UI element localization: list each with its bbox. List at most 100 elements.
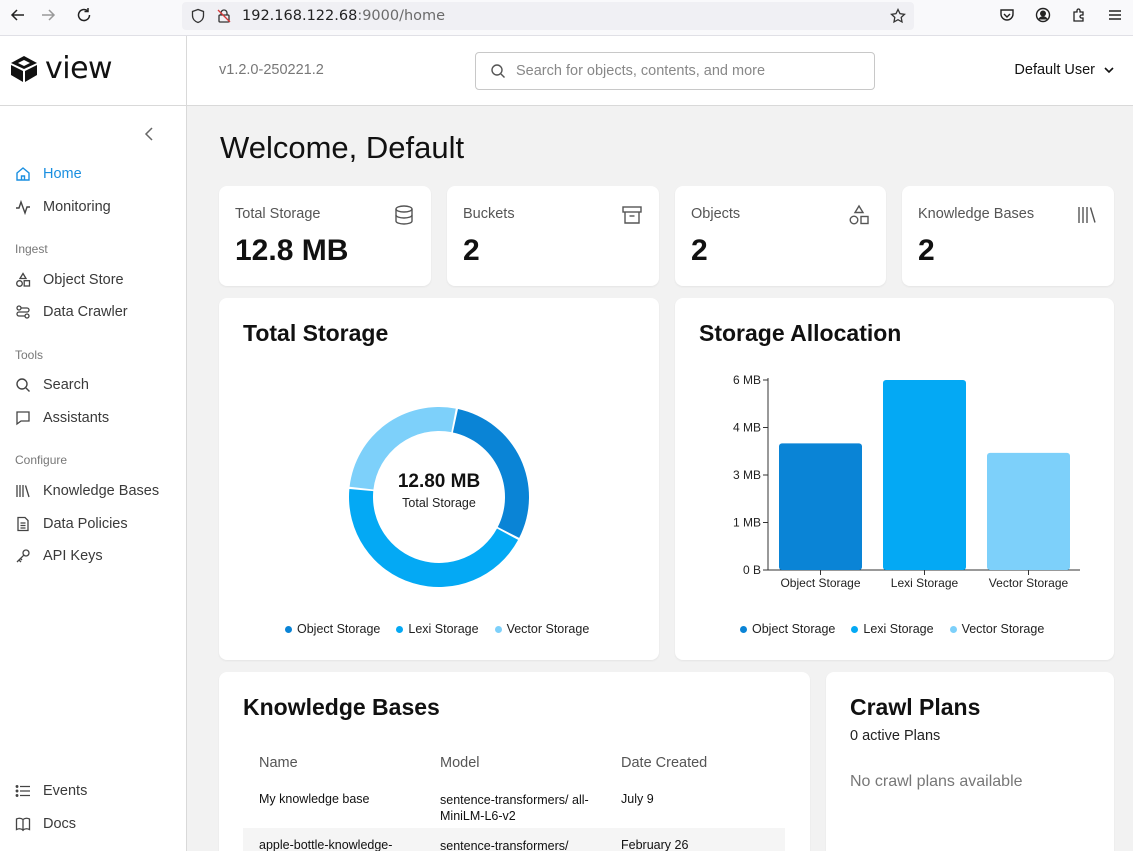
column-header-date[interactable]: Date Created [605, 755, 785, 771]
sidebar-item-label: Home [43, 166, 82, 182]
section-configure: Configure [15, 453, 68, 467]
legend-item[interactable]: Lexi Storage [851, 622, 934, 636]
reload-button[interactable] [66, 0, 102, 30]
sidebar-item-label: Search [43, 377, 89, 393]
legend-label: Lexi Storage [408, 622, 479, 636]
bookmark-star-icon[interactable] [890, 8, 906, 24]
donut-center-value: 12.80 MB [398, 471, 480, 492]
legend-dot [396, 625, 404, 633]
chevron-down-icon [1104, 67, 1114, 74]
url-host: 192.168.122.68 [242, 8, 358, 24]
user-menu[interactable]: Default User [1014, 62, 1115, 78]
sidebar-item-assistants[interactable]: Assistants [15, 408, 109, 428]
kb-model: sentence-transformers/ [440, 839, 569, 851]
sidebar-item-label: Events [43, 783, 88, 799]
stat-card-objects: Objects 2 [675, 186, 886, 286]
sidebar-item-docs[interactable]: Docs [15, 814, 76, 834]
book-icon [15, 817, 31, 832]
reload-icon [77, 8, 91, 22]
library-icon [16, 485, 30, 498]
stat-value: 2 [691, 234, 708, 267]
sidebar-item-data-crawler[interactable]: Data Crawler [15, 302, 128, 322]
sidebar-item-label: Knowledge Bases [43, 483, 160, 499]
global-search[interactable] [475, 52, 875, 90]
column-header-model[interactable]: Model [424, 755, 605, 771]
pocket-button[interactable] [989, 0, 1025, 30]
view-logo-icon [11, 56, 37, 82]
bar-vector-storage[interactable] [987, 452, 1070, 570]
extensions-button[interactable] [1061, 0, 1097, 30]
stat-card-total-storage: Total Storage 12.8 MB [219, 186, 431, 286]
legend-item[interactable]: Object Storage [285, 622, 380, 636]
menu-button[interactable] [1097, 0, 1133, 30]
sidebar-item-label: Assistants [43, 410, 110, 426]
section-ingest: Ingest [15, 242, 48, 256]
crawler-icon [16, 305, 30, 319]
donut-center-label: Total Storage [402, 496, 476, 510]
sidebar-item-label: API Keys [43, 548, 103, 564]
legend-dot [494, 625, 502, 633]
legend-dot [285, 625, 292, 633]
table-row[interactable]: My knowledge base sentence-transformers/… [243, 782, 785, 828]
url-path: :9000/home [357, 8, 446, 24]
column-header-name[interactable]: Name [243, 755, 424, 771]
kb-name: apple-bottle-knowledge- [259, 838, 393, 851]
sidebar-item-knowledge-bases[interactable]: Knowledge Bases [15, 481, 159, 501]
legend-item[interactable]: Lexi Storage [396, 622, 479, 636]
library-icon [1078, 207, 1096, 223]
chart-legend: Object Storage Lexi Storage Vector Stora… [285, 622, 605, 636]
y-tick-label: 4 MB [733, 421, 761, 435]
sidebar-item-monitoring[interactable]: Monitoring [15, 197, 111, 217]
url-bar[interactable]: 192.168.122.68:9000/home [182, 2, 914, 30]
document-icon [17, 516, 29, 532]
sidebar-item-object-store[interactable]: Object Store [15, 270, 124, 290]
legend-dot [949, 625, 957, 633]
legend-item[interactable]: Object Storage [740, 622, 835, 636]
sidebar-item-data-policies[interactable]: Data Policies [15, 514, 128, 534]
search-icon [16, 378, 30, 392]
collapse-sidebar-icon[interactable] [142, 126, 158, 142]
search-icon [491, 64, 505, 78]
stat-label: Total Storage [235, 206, 321, 222]
stat-label: Knowledge Bases [918, 206, 1035, 222]
account-button[interactable] [1025, 0, 1061, 30]
crawl-plans-card: Crawl Plans 0 active Plans No crawl plan… [826, 672, 1114, 851]
section-tools: Tools [15, 348, 44, 362]
legend-item[interactable]: Vector Storage [494, 622, 589, 636]
sidebar-item-api-keys[interactable]: API Keys [15, 546, 103, 566]
page-title: Welcome, Default [220, 130, 465, 165]
sidebar-item-label: Data Crawler [43, 304, 128, 320]
divider [0, 105, 186, 106]
shield-icon[interactable] [190, 8, 206, 24]
puzzle-icon [1073, 8, 1084, 22]
x-tick-label: Vector Storage [989, 576, 1069, 590]
stat-label: Objects [691, 206, 741, 222]
stat-value: 2 [918, 234, 935, 267]
card-title: Knowledge Bases [243, 694, 440, 720]
chat-icon [16, 411, 30, 426]
sidebar-item-search[interactable]: Search [15, 375, 89, 395]
sidebar-item-home[interactable]: Home [15, 164, 82, 184]
total-storage-card: Total Storage 12.80 MB Total Storage Obje… [219, 298, 659, 660]
donut-chart: 12.80 MB Total Storage [349, 407, 529, 587]
kb-name: My knowledge base [259, 792, 370, 806]
legend-dot [851, 625, 859, 633]
browser-toolbar: 192.168.122.68:9000/home [0, 0, 1133, 36]
legend-label: Lexi Storage [863, 622, 934, 636]
app-logo[interactable]: view [9, 54, 113, 84]
arrow-left-icon [10, 9, 24, 21]
sidebar: view Home Monitoring Ingest Object Store… [0, 36, 187, 851]
forward-button[interactable] [30, 0, 66, 30]
bar-lexi-storage[interactable] [883, 380, 966, 570]
sidebar-item-label: Object Store [43, 272, 124, 288]
bar-object-storage[interactable] [779, 443, 862, 570]
table-row[interactable]: apple-bottle-knowledge- sentence-transfo… [243, 828, 785, 851]
stat-label: Buckets [463, 206, 515, 222]
active-plans-count: 0 active Plans [850, 728, 941, 744]
shapes-icon [16, 272, 31, 287]
sidebar-item-events[interactable]: Events [15, 781, 87, 801]
search-input[interactable] [516, 63, 856, 79]
legend-item[interactable]: Vector Storage [949, 622, 1044, 636]
home-icon [16, 167, 30, 181]
insecure-lock-icon[interactable] [216, 8, 232, 24]
